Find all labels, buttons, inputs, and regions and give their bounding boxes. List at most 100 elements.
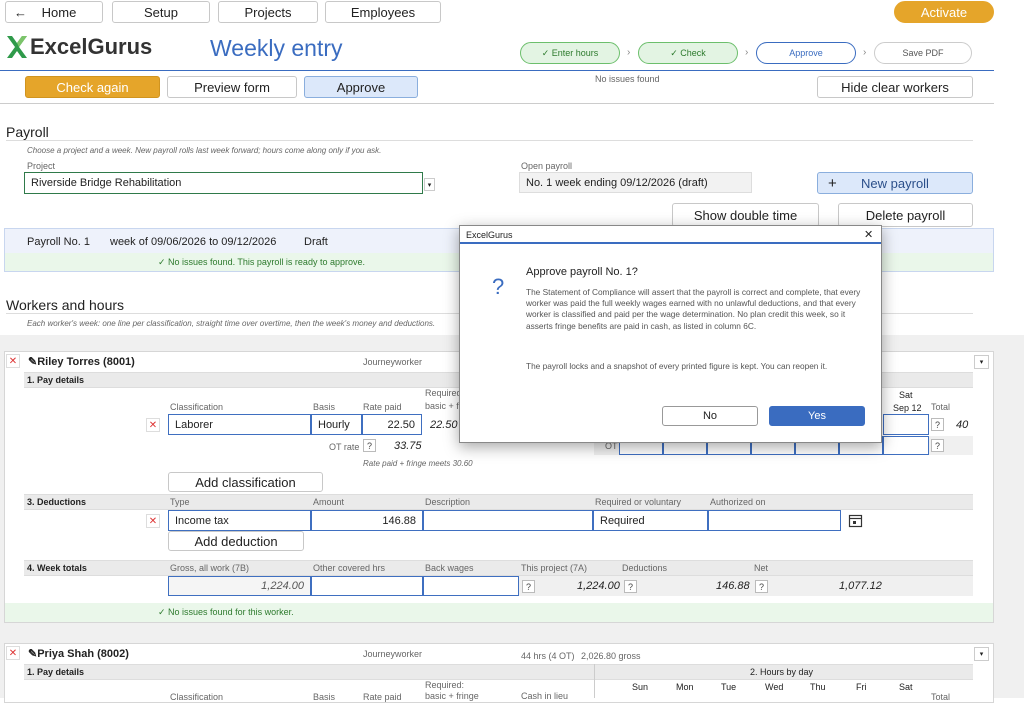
authorized-on-field[interactable] [708, 510, 841, 531]
show-double-time-button[interactable]: Show double time [672, 203, 819, 227]
step-save-pdf[interactable]: Save PDF [874, 42, 972, 64]
chevron-right-icon: › [627, 47, 631, 58]
worker-title: Journeyworker [363, 649, 423, 659]
remove-worker-icon[interactable]: ✕ [6, 354, 20, 368]
hours-by-day-heading: 2. Hours by day [750, 667, 814, 677]
payroll-state: Draft [304, 236, 328, 248]
col-cash-in-lieu: Cash in lieu [521, 691, 569, 701]
payroll-number: Payroll No. 1 [27, 236, 90, 248]
workers-help: Each worker's week: one line per classif… [27, 319, 436, 328]
approve-button[interactable]: Approve [304, 76, 418, 98]
brand-name: ExcelGurus [30, 34, 153, 59]
basis-field[interactable]: Hourly [311, 414, 362, 435]
step-check[interactable]: ✓ Check [638, 42, 738, 64]
col-amount: Amount [313, 497, 345, 507]
chevron-right-icon: › [745, 47, 749, 58]
close-icon[interactable]: ✕ [864, 228, 873, 241]
collapse-chevron-icon[interactable]: ▾ [974, 647, 989, 661]
col-net: Net [754, 563, 769, 573]
sat-date: Sep 12 [893, 403, 922, 413]
col-required-2: basic + f [425, 401, 459, 411]
remove-worker-icon[interactable]: ✕ [6, 646, 20, 660]
dialog-title: ExcelGurus [466, 230, 513, 240]
status-text: No issues found [595, 74, 660, 84]
add-deduction-button[interactable]: Add deduction [168, 531, 304, 551]
col-required: Required: [425, 680, 465, 690]
pay-details-heading: 1. Pay details [27, 667, 85, 677]
deduction-description-field[interactable] [423, 510, 593, 531]
step-approve[interactable]: Approve [756, 42, 856, 64]
col-basis: Basis [313, 692, 336, 702]
project-select[interactable]: Riverside Bridge Rehabilitation [24, 172, 423, 194]
day-wed: Wed [765, 682, 784, 692]
page-title: Weekly entry [210, 35, 343, 61]
hours-sat[interactable] [883, 414, 929, 435]
back-wages-field[interactable] [423, 576, 519, 596]
chevron-down-icon[interactable]: ▾ [424, 178, 435, 191]
payroll-ok-message: ✓ No issues found. This payroll is ready… [158, 257, 365, 267]
ot-sat2[interactable] [883, 436, 929, 455]
rate-paid-field[interactable]: 22.50 [362, 414, 422, 435]
sat-label: Sat [899, 390, 913, 400]
employees-button[interactable]: Employees [325, 1, 441, 23]
worker-title: Journeyworker [363, 357, 423, 367]
worker-name: ✎Priya Shah (8002) [28, 648, 129, 660]
deduction-required-field[interactable]: Required [593, 510, 708, 531]
remove-deduction-icon[interactable]: ✕ [146, 514, 160, 528]
worker-gross-summary: 2,026.80 gross [581, 651, 641, 661]
open-payroll-label: Open payroll [521, 161, 573, 171]
dialog-heading: Approve payroll No. 1? [526, 266, 638, 278]
dialog-body-2: The payroll locks and a snapshot of ever… [526, 361, 828, 371]
pay-details-heading: 1. Pay details [27, 375, 85, 385]
col-back-wages: Back wages [425, 563, 474, 573]
week-totals-heading: 4. Week totals [27, 563, 87, 573]
step-enter-hours[interactable]: ✓ Enter hours [520, 42, 620, 64]
add-classification-button[interactable]: Add classification [168, 472, 323, 492]
open-payroll-field[interactable]: No. 1 week ending 09/12/2026 (draft) [519, 172, 752, 193]
new-payroll-button[interactable]: + New payroll [817, 172, 973, 194]
collapse-chevron-icon[interactable]: ▾ [974, 355, 989, 369]
yes-button[interactable]: Yes [769, 406, 865, 426]
classification-field[interactable]: Laborer [168, 414, 311, 435]
deductions-heading: 3. Deductions [27, 497, 87, 507]
col-this-project: This project (7A) [521, 563, 588, 573]
projects-button[interactable]: Projects [218, 1, 318, 23]
col-classification: Classification [170, 692, 224, 702]
no-button[interactable]: No [662, 406, 758, 426]
setup-button[interactable]: Setup [112, 1, 210, 23]
payroll-help: Choose a project and a week. New payroll… [27, 146, 382, 155]
question-icon: ? [492, 274, 505, 299]
remove-classification-icon[interactable]: ✕ [146, 418, 160, 432]
other-hours-field[interactable] [311, 576, 423, 596]
deduction-type-field[interactable]: Income tax [168, 510, 311, 531]
gross-value: 1,224.00 [168, 576, 311, 596]
col-deductions: Deductions [622, 563, 668, 573]
pencil-icon: ✎ [28, 648, 38, 660]
delete-payroll-button[interactable]: Delete payroll [838, 203, 973, 227]
day-sat: Sat [899, 682, 913, 692]
plus-icon: + [828, 174, 837, 192]
hide-clear-workers-button[interactable]: Hide clear workers [817, 76, 973, 98]
help-icon[interactable]: ? [755, 580, 768, 593]
this-project-value: 1,224.00 [577, 580, 620, 592]
col-gross: Gross, all work (7B) [170, 563, 250, 573]
chevron-right-icon: › [863, 47, 867, 58]
fringe-note: Rate paid + fringe meets 30.60 [363, 459, 473, 468]
day-mon: Mon [676, 682, 694, 692]
check-again-button[interactable]: Check again [25, 76, 160, 98]
help-icon[interactable]: ? [931, 418, 944, 431]
col-rate-paid: Rate paid [363, 402, 402, 412]
deduction-amount-field[interactable]: 146.88 [311, 510, 423, 531]
home-button[interactable]: ← Home [5, 1, 103, 23]
help-icon[interactable]: ? [363, 439, 376, 452]
preview-form-button[interactable]: Preview form [167, 76, 297, 98]
total-hours: 40 [956, 419, 969, 431]
help-icon[interactable]: ? [931, 439, 944, 452]
help-icon[interactable]: ? [624, 580, 637, 593]
payroll-heading: Payroll [6, 124, 49, 140]
help-icon[interactable]: ? [522, 580, 535, 593]
net-value: 1,077.12 [839, 580, 882, 592]
day-fri: Fri [856, 682, 867, 692]
activate-button[interactable]: Activate [894, 1, 994, 23]
calendar-icon[interactable] [848, 513, 863, 528]
